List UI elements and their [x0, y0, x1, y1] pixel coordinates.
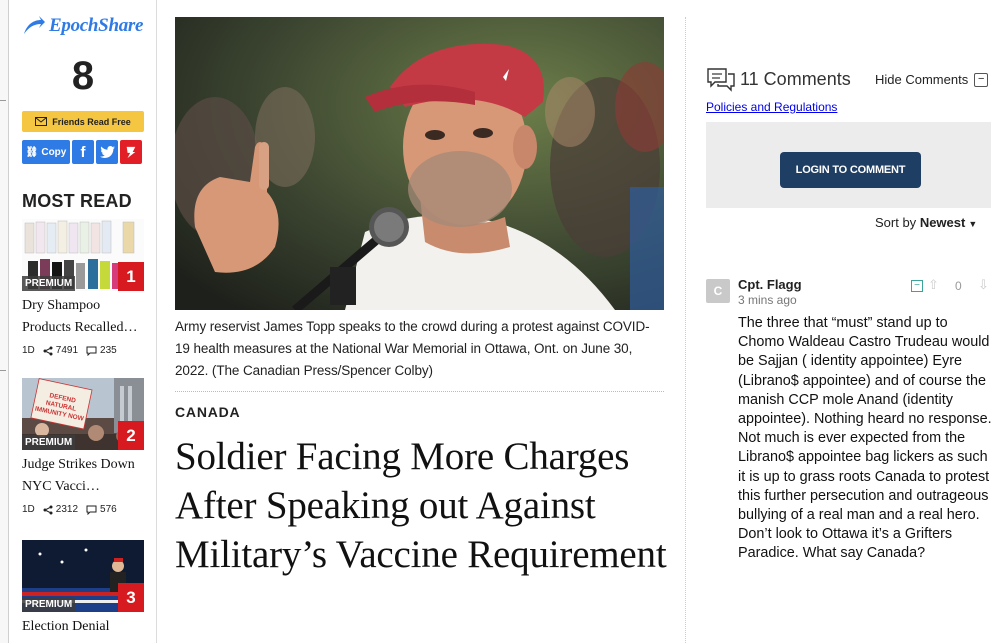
- gettr-icon: [126, 146, 136, 158]
- comment-count-label: 11 Comments: [740, 68, 851, 89]
- share-rail: EpochShare 8 Friends Read Free ⛓ Copy f …: [22, 0, 144, 643]
- twitter-icon: [99, 145, 115, 158]
- most-read-title[interactable]: Election Denial: [22, 616, 144, 638]
- most-read-item[interactable]: PREMIUM 3 Election Denial: [22, 540, 144, 638]
- gettr-share-button[interactable]: [120, 140, 142, 164]
- most-read-thumbnail[interactable]: PREMIUM 3: [22, 540, 144, 612]
- article-age: 1D: [22, 504, 35, 515]
- comments-bubble-icon: [707, 68, 735, 92]
- twitter-share-button[interactable]: [96, 140, 118, 164]
- epochshare-logo-icon: [24, 16, 45, 34]
- policies-link[interactable]: Policies and Regulations: [706, 100, 837, 114]
- collapse-icon: −: [974, 72, 989, 87]
- share-icon: [43, 505, 53, 514]
- copy-label: Copy: [41, 146, 67, 158]
- premium-badge: PREMIUM: [22, 276, 76, 291]
- link-icon: ⛓: [25, 146, 39, 158]
- comment-icon: [86, 505, 97, 515]
- facebook-icon: f: [80, 143, 86, 161]
- article-age: 1D: [22, 345, 35, 356]
- share-stat: 2312: [43, 504, 78, 515]
- share-icon: [43, 346, 53, 355]
- most-read-title[interactable]: Dry Shampoo Products Recalled…: [22, 295, 144, 339]
- comment-timestamp[interactable]: 3 mins ago: [738, 293, 797, 307]
- rail-divider: [156, 0, 157, 643]
- epochshare-logo[interactable]: EpochShare: [22, 14, 143, 38]
- most-read-stats: 1D 2312 576: [22, 504, 144, 515]
- most-read-heading: MOST READ: [22, 191, 132, 211]
- edge-tick: [0, 100, 6, 101]
- most-read-item[interactable]: PREMIUM 1 Dry Shampoo Products Recalled……: [22, 219, 144, 356]
- upvote-icon[interactable]: ⇧: [928, 277, 939, 293]
- comment-stat: 235: [86, 345, 117, 356]
- rank-badge: 1: [118, 262, 144, 291]
- speaker-at-protest-photo: [175, 17, 664, 310]
- most-read-title[interactable]: Judge Strikes Down NYC Vacci…: [22, 454, 144, 498]
- premium-badge: PREMIUM: [22, 435, 76, 450]
- most-read-item[interactable]: DEFENDNATURALIMMUNITY NOW PREMIUM 2 Judg…: [22, 378, 144, 515]
- section-label[interactable]: CANADA: [175, 404, 240, 420]
- friends-read-free-label: Friends Read Free: [52, 116, 131, 127]
- comment-body: The three that “must” stand up to Chomo …: [738, 315, 992, 562]
- comment-score: 0: [955, 279, 962, 293]
- comment-stat: 576: [86, 504, 117, 515]
- rank-badge: 2: [118, 421, 144, 450]
- sort-dropdown[interactable]: Sort by Newest ▼: [875, 215, 977, 230]
- most-read-thumbnail[interactable]: PREMIUM 1: [22, 219, 144, 291]
- comment-count-value: 235: [100, 345, 117, 356]
- comment-icon: [86, 346, 97, 356]
- mail-icon: [35, 117, 48, 126]
- comment-author[interactable]: Cpt. Flagg: [738, 277, 802, 292]
- brand-name: EpochShare: [49, 15, 144, 36]
- comment-count-value: 576: [100, 504, 117, 515]
- window-left-edge: [0, 0, 9, 643]
- comments-header: 11 Comments: [706, 66, 851, 92]
- image-caption: Army reservist James Topp speaks to the …: [175, 319, 650, 378]
- caret-down-icon: ▼: [968, 219, 978, 229]
- share-count-value: 7491: [55, 345, 79, 356]
- share-count: 8: [71, 54, 95, 98]
- article-headline: Soldier Facing More Charges After Speaki…: [175, 435, 667, 576]
- hide-comments-label: Hide Comments: [875, 72, 969, 87]
- hero-image: [175, 17, 664, 310]
- facebook-share-button[interactable]: f: [72, 140, 94, 164]
- premium-badge: PREMIUM: [22, 597, 76, 612]
- avatar[interactable]: C: [706, 279, 730, 303]
- caption-divider: [175, 391, 664, 392]
- hide-comments-toggle[interactable]: Hide Comments −: [875, 72, 989, 87]
- edge-tick: [0, 370, 6, 371]
- sort-label: Sort by: [875, 215, 917, 230]
- copy-link-button[interactable]: ⛓ Copy: [22, 140, 70, 164]
- rank-badge: 3: [118, 583, 144, 612]
- friends-read-free-button[interactable]: Friends Read Free: [22, 111, 144, 132]
- share-count-value: 2312: [55, 504, 79, 515]
- most-read-stats: 1D 7491 235: [22, 345, 144, 356]
- login-to-comment-button[interactable]: LOGIN TO COMMENT: [780, 152, 921, 188]
- downvote-icon[interactable]: ⇩: [978, 277, 989, 293]
- share-buttons: ⛓ Copy f: [22, 140, 144, 164]
- collapse-icon[interactable]: −: [911, 280, 923, 292]
- sort-value: Newest: [919, 215, 966, 230]
- column-divider: [685, 17, 686, 643]
- login-panel: LOGIN TO COMMENT: [706, 122, 991, 208]
- share-stat: 7491: [43, 345, 78, 356]
- most-read-thumbnail[interactable]: DEFENDNATURALIMMUNITY NOW PREMIUM 2: [22, 378, 144, 450]
